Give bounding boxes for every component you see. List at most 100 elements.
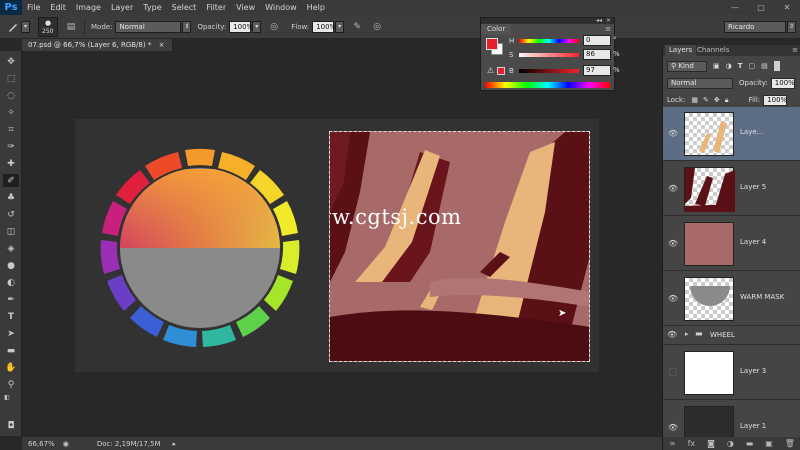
saturation-input[interactable]: 86 — [583, 49, 611, 60]
gamut-color-chip[interactable] — [497, 67, 505, 75]
layer-name[interactable]: Laye... — [740, 128, 763, 136]
opacity-slider-toggle[interactable]: ▾ — [252, 20, 262, 33]
lock-position-icon[interactable]: ✥ — [714, 96, 720, 104]
menu-type[interactable]: Type — [138, 0, 166, 15]
tab-channels[interactable]: Channels — [693, 45, 733, 56]
layer-row-layer-4[interactable]: 👁︎ Layer 4 — [663, 217, 800, 271]
gamut-warning-icon[interactable]: ⚠ — [487, 66, 494, 75]
layer-name[interactable]: Layer 5 — [740, 183, 766, 191]
painting-area[interactable]: www.cgtsj.com ➤ — [329, 131, 590, 362]
expand-arrow-icon[interactable]: ▸ — [685, 330, 689, 338]
pressure-icon[interactable]: ◎ — [267, 20, 281, 34]
filter-type-icon[interactable]: T — [738, 62, 743, 70]
hue-input[interactable]: 0 — [583, 35, 611, 46]
brightness-input[interactable]: 97 — [583, 65, 611, 76]
document-tab[interactable]: 07.psd @ 66,7% (Layer 6, RGB/8) * × — [22, 39, 174, 51]
marquee-tool-icon[interactable]: ⬚ — [3, 72, 19, 85]
menu-view[interactable]: View — [231, 0, 260, 15]
quick-mask-icon[interactable]: ◘ — [3, 419, 19, 432]
flow-input[interactable]: 100% — [312, 20, 336, 33]
layer-name[interactable]: WHEEL — [710, 331, 735, 339]
fg-color-chip[interactable] — [486, 38, 498, 50]
tool-preset-dropdown[interactable]: ▾ — [21, 20, 30, 33]
pressure-size-icon[interactable]: ◎ — [370, 20, 384, 34]
menu-filter[interactable]: Filter — [201, 0, 231, 15]
adjustment-layer-icon[interactable]: ◑ — [727, 439, 734, 448]
layer-group-wheel[interactable]: 👁︎ ▸ ▬ WHEEL — [663, 327, 800, 345]
status-menu-icon[interactable]: ◉ — [63, 440, 69, 448]
filter-kind-select[interactable]: ⚲ Kind — [667, 60, 707, 72]
brush-preset-picker[interactable]: ● 250 — [38, 16, 58, 37]
lock-transparency-icon[interactable]: ▦ — [691, 96, 698, 104]
crop-tool-icon[interactable]: ⌗ — [3, 123, 19, 136]
close-button[interactable]: ✕ — [774, 0, 800, 15]
eye-icon[interactable]: 👁︎ — [667, 237, 679, 249]
layer-row-layer-6[interactable]: 👁︎ Laye... — [663, 107, 800, 161]
status-arrow-icon[interactable]: ▸ — [173, 440, 177, 448]
saturation-slider[interactable] — [519, 53, 579, 57]
close-tab-icon[interactable]: × — [159, 41, 165, 49]
zoom-tool-icon[interactable]: ⚲ — [3, 378, 19, 391]
paint-bucket-tool-icon[interactable]: ◈ — [3, 242, 19, 255]
layer-row-warm-mask[interactable]: 👁︎ WARM MASK — [663, 272, 800, 326]
lock-all-icon[interactable]: 🔒︎ — [725, 96, 729, 105]
layer-fill-input[interactable]: 100% — [763, 94, 787, 106]
menu-image[interactable]: Image — [71, 0, 106, 15]
new-group-icon[interactable]: ▬ — [746, 439, 754, 448]
minimize-button[interactable]: — — [722, 0, 748, 15]
menu-edit[interactable]: Edit — [45, 0, 71, 15]
magic-wand-tool-icon[interactable]: ✧ — [3, 106, 19, 119]
menu-select[interactable]: Select — [167, 0, 202, 15]
document-canvas[interactable]: www.cgtsj.com ➤ — [75, 119, 599, 372]
menu-window[interactable]: Window — [260, 0, 302, 15]
layer-name[interactable]: Layer 1 — [740, 422, 766, 430]
eye-icon[interactable]: 👁︎ — [667, 182, 679, 194]
opacity-input[interactable]: 100% — [229, 20, 253, 33]
layer-name[interactable]: WARM MASK — [740, 293, 784, 301]
workspace-dropdown-arrow[interactable]: ⇕ — [787, 20, 796, 33]
layer-row-layer-5[interactable]: 👁︎ Layer 5 — [663, 162, 800, 216]
layer-name[interactable]: Layer 4 — [740, 238, 766, 246]
hue-slider[interactable] — [519, 39, 579, 43]
panel-close-icon[interactable]: ✕ — [606, 17, 611, 24]
hand-tool-icon[interactable]: ✋ — [3, 361, 19, 374]
workspace-select[interactable]: Ricardo — [724, 20, 786, 33]
delete-layer-icon[interactable]: 🗑︎ — [785, 439, 795, 448]
history-brush-tool-icon[interactable]: ↺ — [3, 208, 19, 221]
menu-help[interactable]: Help — [302, 0, 330, 15]
airbrush-icon[interactable]: ✎ — [350, 20, 364, 34]
filter-shape-icon[interactable]: ▢ — [749, 62, 756, 70]
filter-smart-icon[interactable]: ▤ — [761, 62, 768, 70]
mode-dropdown-arrow[interactable]: ⇕ — [182, 20, 192, 33]
eye-icon[interactable]: 👁︎ — [667, 421, 679, 433]
lasso-tool-icon[interactable]: ◌ — [3, 89, 19, 102]
filter-toggle[interactable] — [773, 61, 780, 71]
layer-opacity-input[interactable]: 100% — [770, 77, 795, 89]
type-tool-icon[interactable]: T — [3, 310, 19, 323]
eraser-tool-icon[interactable]: ◫ — [3, 225, 19, 238]
layer-style-icon[interactable]: fx — [688, 439, 696, 448]
layers-panel-menu-icon[interactable]: ≡ — [792, 46, 798, 54]
shape-tool-icon[interactable]: ▬ — [3, 344, 19, 357]
zoom-level[interactable]: 66,67% — [28, 440, 55, 448]
flow-slider-toggle[interactable]: ▾ — [335, 20, 345, 33]
layer-name[interactable]: Layer 3 — [740, 367, 766, 375]
new-layer-icon[interactable]: ▣ — [765, 439, 773, 448]
blend-mode-select[interactable]: Normal — [667, 77, 733, 89]
move-tool-icon[interactable]: ✥ — [3, 55, 19, 68]
link-layers-icon[interactable]: ∞ — [669, 439, 676, 448]
tab-layers[interactable]: Layers — [665, 45, 697, 56]
path-selection-tool-icon[interactable]: ➤ — [3, 327, 19, 340]
lock-pixels-icon[interactable]: ✎ — [703, 96, 709, 104]
brightness-slider[interactable] — [519, 69, 579, 73]
filter-pixel-icon[interactable]: ▣ — [713, 62, 720, 70]
menu-file[interactable]: File — [22, 0, 45, 15]
clone-stamp-tool-icon[interactable]: ♣ — [3, 191, 19, 204]
panel-menu-icon[interactable]: ≡ — [605, 25, 611, 33]
eye-icon[interactable]: 👁︎ — [667, 127, 679, 139]
eyedropper-tool-icon[interactable]: ✑ — [3, 140, 19, 153]
menu-layer[interactable]: Layer — [106, 0, 138, 15]
pen-tool-icon[interactable]: ✒ — [3, 293, 19, 306]
eye-hidden-icon[interactable] — [669, 368, 677, 376]
color-spectrum-ramp[interactable] — [485, 82, 610, 88]
